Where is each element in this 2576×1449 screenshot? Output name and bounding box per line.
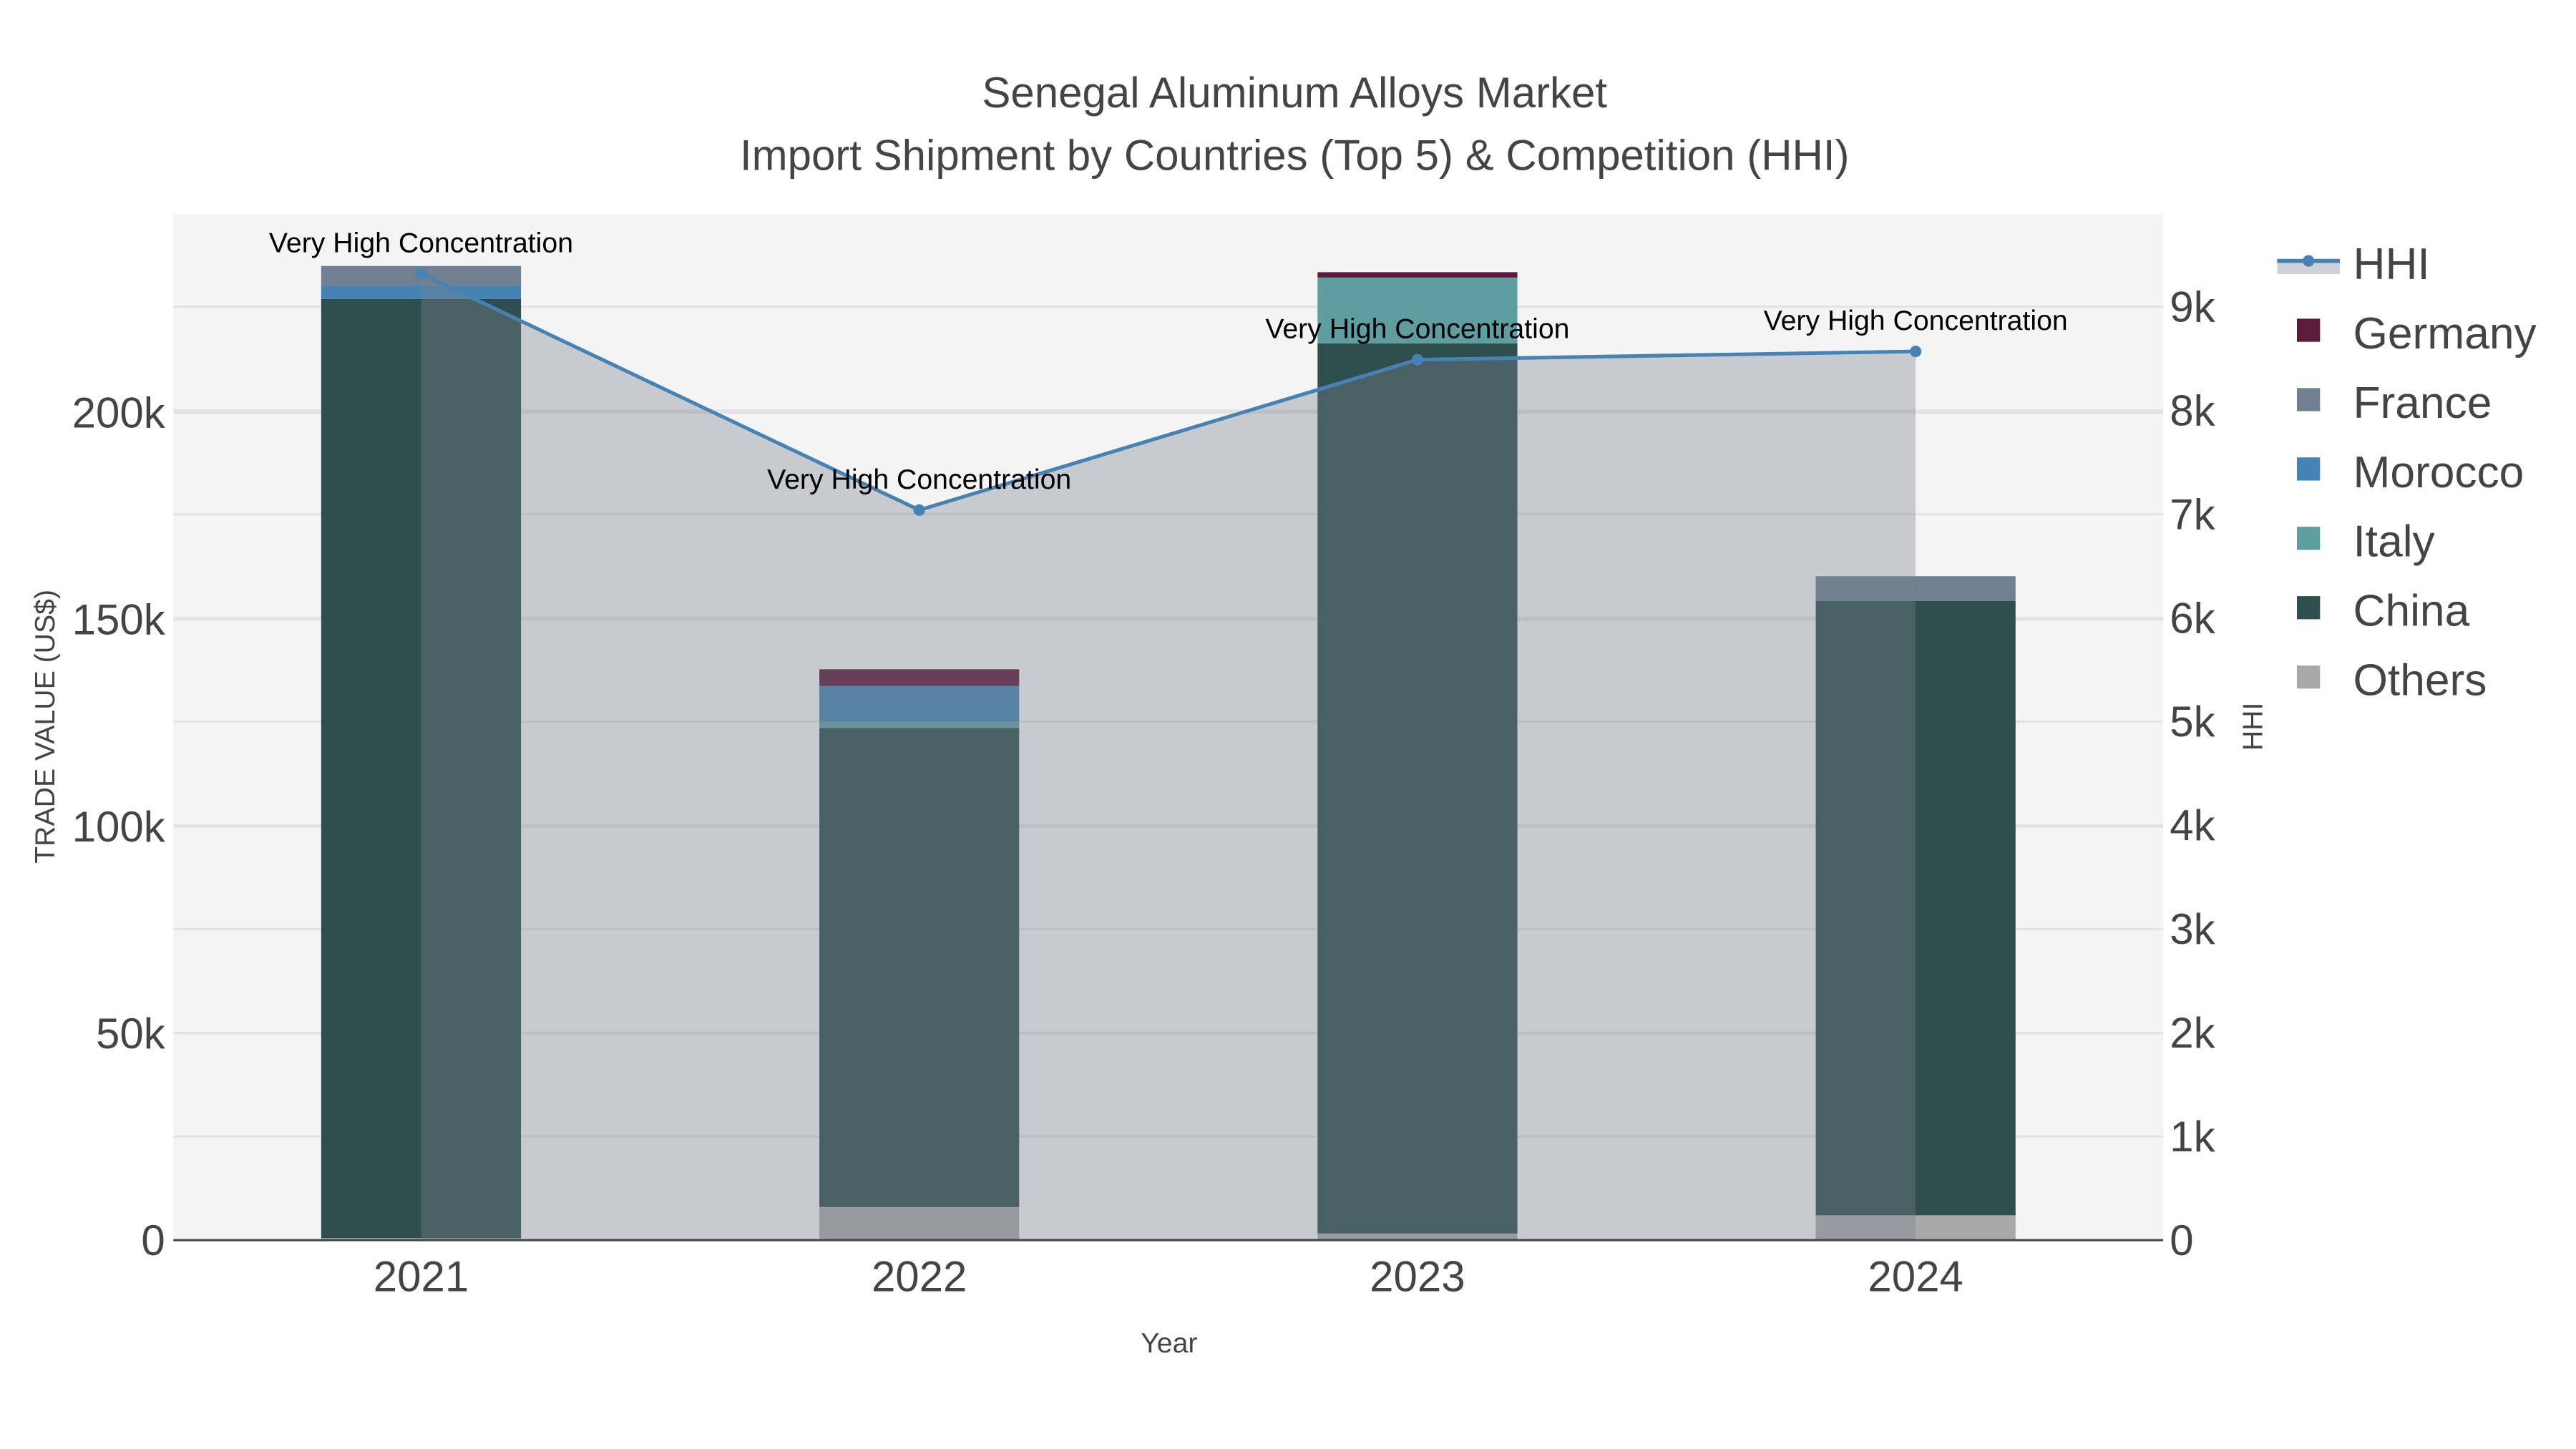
legend-swatch-icon xyxy=(2297,527,2321,550)
y2-tick-label: 6k xyxy=(2170,594,2215,642)
y-tick-label: 150k xyxy=(72,596,166,644)
legend-swatch-icon xyxy=(2297,318,2321,342)
hhi-annotation: Very High Concentration xyxy=(767,464,1071,495)
y2-tick-label: 4k xyxy=(2170,801,2215,849)
legend-label: Others xyxy=(2353,656,2487,706)
y-tick-label: 100k xyxy=(72,803,166,851)
hhi-point-2024 xyxy=(1910,346,1922,358)
hhi-point-2023 xyxy=(1411,353,1423,366)
y-axis-title: TRADE VALUE (US$) xyxy=(29,590,61,864)
y2-tick-label: 9k xyxy=(2170,283,2215,331)
y2-tick-label: 3k xyxy=(2170,905,2215,953)
y2-tick-label: 1k xyxy=(2170,1113,2215,1161)
y-tick-label: 200k xyxy=(72,389,166,437)
chart-title: Senegal Aluminum Alloys Market xyxy=(982,69,1607,117)
y2-axis-title: HHI xyxy=(2238,703,2269,751)
y2-tick-label: 8k xyxy=(2170,386,2215,434)
y2-tick-label: 0 xyxy=(2170,1216,2193,1264)
hhi-annotation: Very High Concentration xyxy=(1265,313,1569,345)
x-tick-label: 2021 xyxy=(374,1253,469,1301)
legend-item-others[interactable]: Others xyxy=(2297,656,2487,706)
legend-item-germany[interactable]: Germany xyxy=(2297,309,2537,358)
hhi-point-2021 xyxy=(415,268,427,280)
x-tick-label: 2023 xyxy=(1370,1253,1465,1301)
bar-germany-2023 xyxy=(1317,272,1518,278)
y-tick-label: 0 xyxy=(141,1216,165,1264)
legend-label: Morocco xyxy=(2353,448,2524,497)
legend-swatch-icon xyxy=(2297,596,2321,620)
legend-label: Italy xyxy=(2353,517,2435,567)
hhi-point-2022 xyxy=(913,504,925,516)
legend-item-hhi[interactable]: HHI xyxy=(2277,240,2430,289)
x-tick-label: 2022 xyxy=(872,1253,967,1301)
y2-tick-label: 7k xyxy=(2170,490,2215,538)
legend-label: HHI xyxy=(2353,240,2429,289)
legend-item-italy[interactable]: Italy xyxy=(2297,517,2436,567)
legend-swatch-icon xyxy=(2297,665,2321,689)
chart-subtitle: Import Shipment by Countries (Top 5) & C… xyxy=(740,132,1850,180)
hhi-annotation: Very High Concentration xyxy=(1764,305,2068,336)
legend-label: France xyxy=(2353,379,2492,428)
x-axis-title: Year xyxy=(1141,1327,1197,1359)
legend-label: Germany xyxy=(2353,309,2537,358)
x-tick-label: 2024 xyxy=(1868,1253,1963,1301)
legend-marker-icon xyxy=(2303,255,2315,267)
legend-item-france[interactable]: France xyxy=(2297,379,2492,428)
legend-item-china[interactable]: China xyxy=(2297,587,2470,636)
legend-label: China xyxy=(2353,587,2469,636)
y-tick-label: 50k xyxy=(96,1010,166,1058)
y2-tick-label: 5k xyxy=(2170,698,2215,746)
hhi-annotation: Very High Concentration xyxy=(269,227,573,258)
legend-swatch-icon xyxy=(2297,457,2321,481)
legend-item-morocco[interactable]: Morocco xyxy=(2297,448,2524,497)
chart: Senegal Aluminum Alloys Market Import Sh… xyxy=(29,69,2537,1359)
y2-tick-label: 2k xyxy=(2170,1009,2215,1057)
legend-swatch-icon xyxy=(2297,388,2321,411)
legend: HHI Germany France Morocco Italy China Others xyxy=(2277,240,2537,706)
